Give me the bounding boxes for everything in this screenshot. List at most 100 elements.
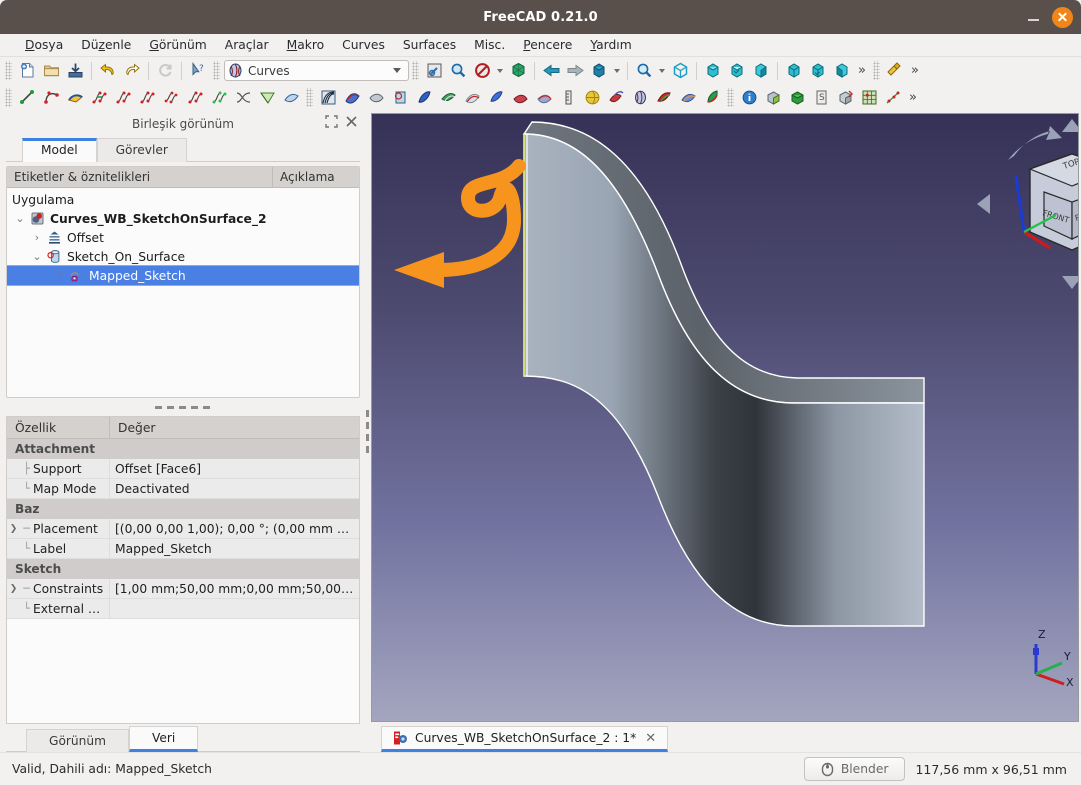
sketch-tool-icon[interactable]: S [809,86,833,109]
expand-toggle-icon[interactable]: ⌄ [29,247,45,266]
menu-makro[interactable]: Makro [278,36,334,54]
expand-toggle-icon[interactable]: › [29,228,45,247]
draw-style-dropdown[interactable] [494,59,506,82]
isometric-icon[interactable] [668,59,692,82]
navigation-style-button[interactable]: Blender [803,757,906,781]
menu-gorunum[interactable]: Görünüm [140,36,215,54]
restore-icon[interactable] [325,115,338,128]
property-row-support[interactable]: ├ Support Offset [Face6] [7,459,359,479]
front-view-icon[interactable] [701,59,725,82]
toolbar-overflow-1[interactable]: » [854,64,870,77]
sketch-on-surface-icon[interactable] [388,86,412,109]
gordon-surface-icon[interactable] [364,86,388,109]
tree-root-application[interactable]: Uygulama [7,190,359,209]
point-cloud-icon[interactable] [881,86,905,109]
tab-veri[interactable]: Veri [128,726,199,752]
segment-surface-icon[interactable] [508,86,532,109]
new-document-icon[interactable] [15,59,39,82]
forward-arrow-icon[interactable] [563,59,587,82]
fit-selection-icon[interactable] [446,59,470,82]
ruler-icon[interactable] [556,86,580,109]
undo-icon[interactable] [96,59,120,82]
document-tab-close-icon[interactable]: ✕ [643,731,658,746]
tree-item-document[interactable]: ⌄ Curves_WB_SketchOnSurface_2 [7,209,359,228]
toolbar-grip[interactable] [5,61,12,80]
tree-item-mapped-sketch[interactable]: └ Mapped_Sketch [7,266,359,285]
split-curve-icon[interactable] [111,86,135,109]
info-icon[interactable] [737,86,761,109]
solid-from-shell-icon[interactable] [604,86,628,109]
property-value[interactable]: [1,00 mm;50,00 mm;0,00 mm;50,00… [110,579,359,599]
isocurve-icon[interactable] [279,86,303,109]
menu-curves[interactable]: Curves [333,36,394,54]
pipeshell-icon[interactable] [412,86,436,109]
open-folder-icon[interactable] [39,59,63,82]
back-arrow-icon[interactable] [539,59,563,82]
menu-yardim[interactable]: Yardım [581,36,640,54]
menu-araclar[interactable]: Araçlar [216,36,278,54]
toolbar-grip[interactable] [213,61,220,80]
compound-icon[interactable] [761,86,785,109]
panel-splitter-horizontal[interactable] [6,398,360,416]
sweep-icon[interactable] [484,86,508,109]
toolbar-overflow-3[interactable]: » [905,91,921,104]
minimize-button[interactable] [1026,10,1041,25]
redo-icon[interactable] [120,59,144,82]
line-icon[interactable] [15,86,39,109]
measure-icon[interactable] [883,59,907,82]
property-value[interactable]: Deactivated [110,479,359,499]
sphere-icon[interactable] [580,86,604,109]
document-tab[interactable]: Curves_WB_SketchOnSurface_2 : 1* ✕ [381,726,669,752]
property-value[interactable]: Offset [Face6] [110,459,359,479]
toolbar-grip[interactable] [306,88,313,107]
surface-analysis-icon[interactable] [340,86,364,109]
expand-toggle-icon[interactable]: ⌄ [12,209,28,228]
interpolate-icon[interactable] [183,86,207,109]
tab-gorevler[interactable]: Görevler [96,138,187,162]
menu-misc[interactable]: Misc. [465,36,514,54]
extend-face-icon[interactable] [532,86,556,109]
paste-icon[interactable] [652,86,676,109]
toolbar-grip[interactable] [727,88,734,107]
property-row-external[interactable]: └ External … [7,599,359,619]
menu-dosya[interactable]: Dosya [16,36,72,54]
property-value[interactable] [110,599,359,619]
draw-style-icon[interactable] [470,59,494,82]
approximate-icon[interactable] [159,86,183,109]
tab-model[interactable]: Model [22,138,97,162]
bottom-view-icon[interactable] [806,59,830,82]
zoom-dropdown[interactable] [656,59,668,82]
property-group-attachment[interactable]: Attachment [7,439,359,459]
blend-curve-icon[interactable] [231,86,255,109]
std-views-dropdown[interactable] [611,59,623,82]
zoom-icon[interactable] [632,59,656,82]
zebra-icon[interactable] [316,86,340,109]
chevron-down-icon[interactable] [393,68,401,73]
property-row-constraints[interactable]: ❯ ─ Constraints [1,00 mm;50,00 mm;0,00 m… [7,579,359,599]
property-value[interactable]: Mapped_Sketch [110,539,359,559]
bezier-curve-icon[interactable] [39,86,63,109]
solid-icon[interactable] [833,86,857,109]
property-row-placement[interactable]: ❯ ─ Placement [(0,00 0,00 1,00); 0,00 °;… [7,519,359,539]
std-views-icon[interactable] [587,59,611,82]
3d-viewport[interactable]: TOP FRONT RIGHT Z Y X [371,113,1079,722]
trim-face-icon[interactable] [700,86,724,109]
flatten-face-icon[interactable] [436,86,460,109]
close-icon[interactable] [345,115,358,128]
rear-view-icon[interactable] [782,59,806,82]
axis-cross-icon[interactable] [506,59,530,82]
property-group-baz[interactable]: Baz [7,499,359,519]
mixed-curve-icon[interactable] [628,86,652,109]
tree-item-sketch-on-surface[interactable]: ⌄ Sketch_On_Surface [7,247,359,266]
chevron-right-icon[interactable]: ❯ [7,524,20,534]
tab-gorunum[interactable]: Görünüm [26,729,129,752]
close-button[interactable] [1052,6,1073,28]
save-icon[interactable] [63,59,87,82]
toolbar-grip[interactable] [872,61,880,80]
chevron-right-icon[interactable]: ❯ [7,584,20,594]
property-row-map-mode[interactable]: └ Map Mode Deactivated [7,479,359,499]
discretize-icon[interactable] [135,86,159,109]
navigation-cube[interactable]: TOP FRONT RIGHT [972,114,1079,294]
top-view-icon[interactable] [725,59,749,82]
editable-spline-icon[interactable] [63,86,87,109]
